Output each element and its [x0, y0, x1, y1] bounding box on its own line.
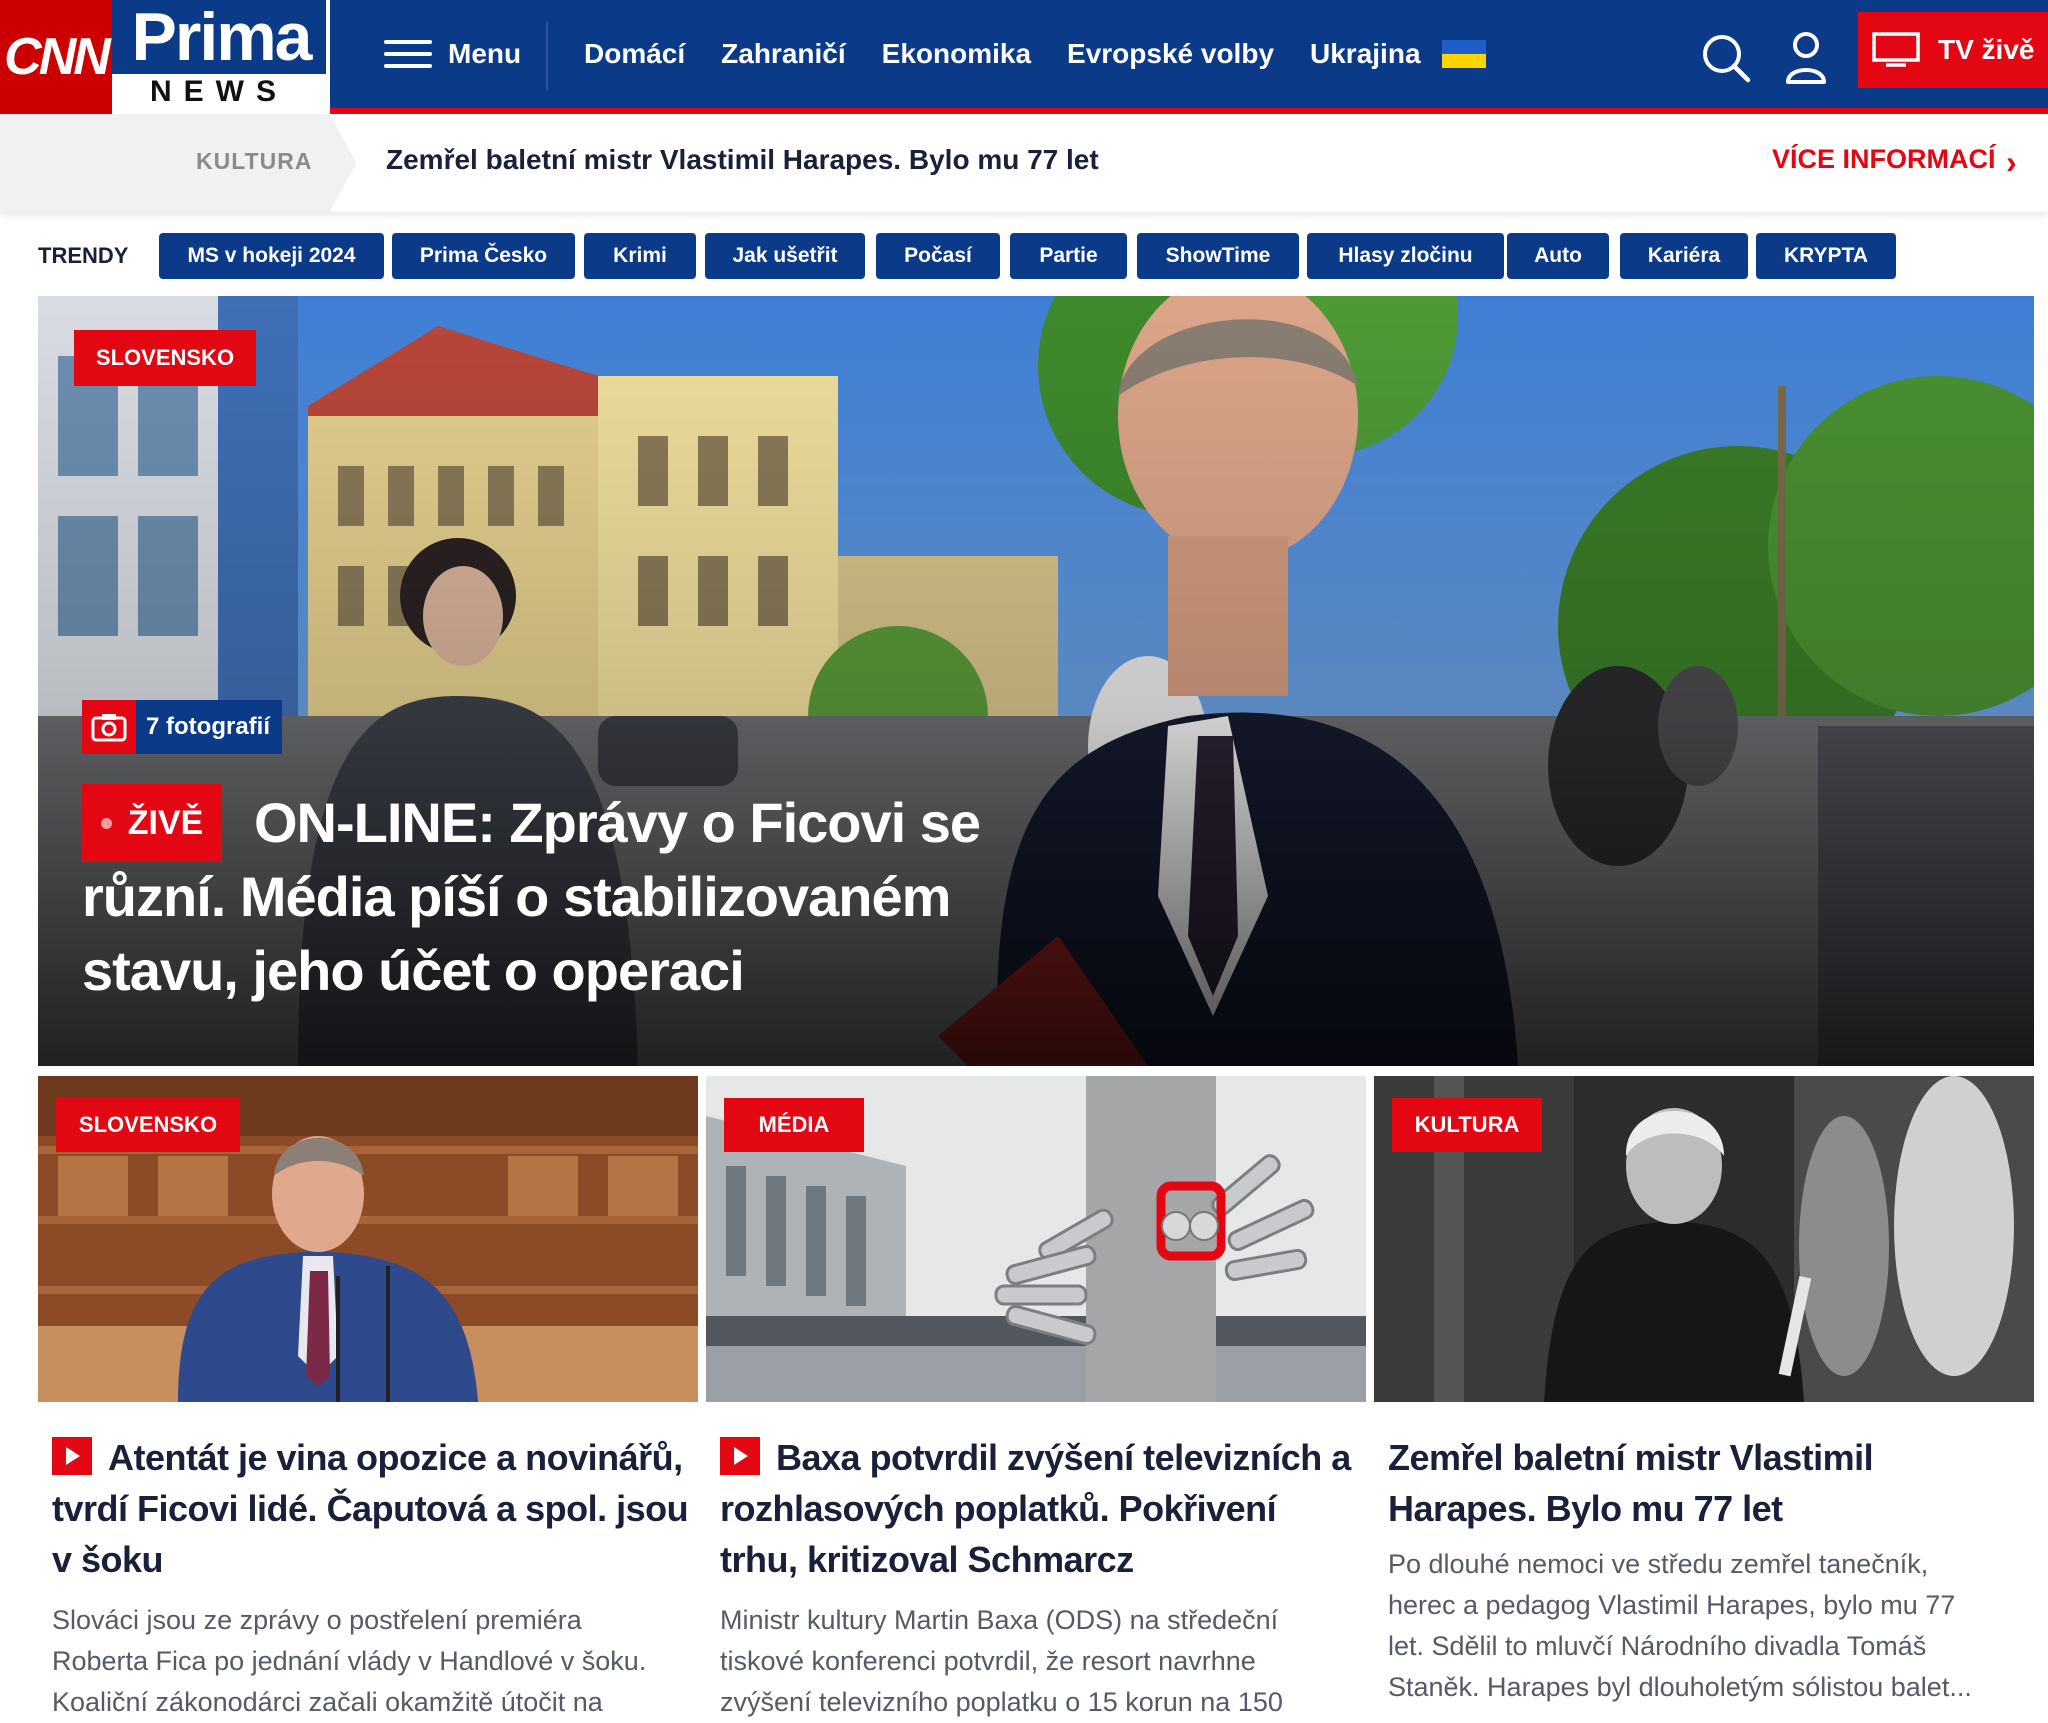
breaking-title-link[interactable]: Zemřel baletní mistr Vlastimil Harapes. … [386, 144, 1099, 176]
chevron-right-icon[interactable]: › [2006, 144, 2017, 181]
article-title[interactable]: Baxa potvrdil zvýšení televizních a rozh… [720, 1432, 1360, 1585]
article-perex-line: Koaliční zákonodárci začali okamžitě úto… [52, 1687, 603, 1717]
search-icon[interactable] [1700, 32, 1752, 84]
trend-tag[interactable]: Krimi [584, 233, 696, 279]
news-logo-text: NEWS [112, 74, 326, 110]
trend-tag[interactable]: Partie [1010, 233, 1127, 279]
hero-category-badge[interactable]: SLOVENSKO [74, 330, 256, 386]
trend-tag[interactable]: KRYPTA [1756, 233, 1896, 279]
article-perex-line: Ministr kultury Martin Baxa (ODS) na stř… [720, 1605, 1279, 1635]
ukraine-flag-icon [1442, 39, 1487, 68]
article-category-badge[interactable]: MÉDIA [724, 1098, 864, 1152]
nav-link-evropske-volby[interactable]: Evropské volby [1067, 38, 1274, 70]
cnn-logo[interactable]: CNN [0, 0, 112, 114]
user-icon[interactable] [1784, 30, 1828, 86]
article-perex-line: zvýšení televizního poplatku o 15 korun … [720, 1687, 1283, 1717]
nav-link-ukrajina-label: Ukrajina [1310, 38, 1421, 69]
breaking-category-arrow [330, 114, 356, 212]
prima-logo-text: Prima [131, 0, 313, 75]
trends-label: TRENDY [38, 243, 129, 268]
tv-live-label: TV živě [1938, 34, 2035, 65]
breaking-news-bar: KULTURA Zemřel baletní mistr Vlastimil H… [0, 114, 2048, 212]
hero-title[interactable]: ON-LINE: Zprávy o Ficovi se různí. Média… [82, 786, 1082, 1008]
tv-icon [1872, 32, 1920, 67]
play-icon [720, 1437, 760, 1476]
article-category-badge[interactable]: SLOVENSKO [56, 1098, 240, 1152]
breaking-category: KULTURA [196, 148, 313, 174]
article-card-atentat[interactable]: SLOVENSKO Atentát je vina opozice a novi… [38, 1076, 698, 1722]
article-perex-line: herec a pedagog Vlastimil Harapes, bylo … [1388, 1590, 1956, 1620]
article-card-baxa[interactable]: MÉDIA Baxa potvrdil zvýšení televizních … [706, 1076, 1366, 1722]
nav-link-zahranici[interactable]: Zahraničí [721, 38, 845, 70]
main-nav: Domácí Zahraničí Ekonomika Evropské volb… [584, 30, 1487, 78]
article-perex-line: Po dlouhé nemoci ve středu zemřel tanečn… [1388, 1549, 1929, 1579]
photo-count-label: 7 fotografií [146, 713, 270, 740]
more-info-link[interactable]: VÍCE INFORMACÍ [1772, 144, 1996, 175]
article-perex-line: Slováci jsou ze zprávy o postřelení prem… [52, 1605, 582, 1635]
article-perex-line: let. Sdělil to mluvčí Národního divadla … [1388, 1631, 1927, 1661]
tv-live-button[interactable]: TV živě [1858, 12, 2048, 88]
article-card-harapes[interactable]: KULTURA Zemřel baletní mistr Vlastimil H… [1374, 1076, 2034, 1722]
trend-tag[interactable]: ShowTime [1137, 233, 1299, 279]
photo-count-badge[interactable]: 7 fotografií [82, 700, 282, 754]
trend-tag[interactable]: Auto [1507, 233, 1609, 279]
article-perex-line: Roberta Fica po jednání vlády v Handlové… [52, 1646, 647, 1676]
trend-tag[interactable]: Kariéra [1620, 233, 1748, 279]
trend-tag[interactable]: Hlasy zločinu [1307, 233, 1504, 279]
article-image[interactable]: MÉDIA [706, 1076, 1366, 1402]
menu-label: Menu [448, 38, 522, 69]
article-image[interactable]: SLOVENSKO [38, 1076, 698, 1402]
hamburger-icon [384, 38, 434, 70]
trend-tag[interactable]: Počasí [876, 233, 1000, 279]
nav-divider [546, 22, 548, 90]
article-perex-line: tiskové konferenci potvrdil, že resort n… [720, 1646, 1256, 1676]
trend-tag[interactable]: Prima Česko [392, 233, 575, 279]
nav-link-ekonomika[interactable]: Ekonomika [882, 38, 1031, 70]
article-image[interactable]: KULTURA [1374, 1076, 2034, 1402]
article-perex-line: Staněk. Harapes byl dlouholetým sólistou… [1388, 1672, 1972, 1702]
article-category-badge[interactable]: KULTURA [1392, 1098, 1542, 1152]
prima-news-logo[interactable]: Prima NEWS [112, 0, 330, 114]
hero-article[interactable]: SLOVENSKO 7 fotografií ŽIVĚ ON-LINE: Zpr… [38, 296, 2034, 1066]
camera-icon [82, 700, 136, 754]
article-title[interactable]: Atentát je vina opozice a novinářů, tvrd… [52, 1432, 692, 1585]
article-title-text: Atentát je vina opozice a novinářů, tvrd… [52, 1437, 689, 1580]
trend-tag[interactable]: MS v hokeji 2024 [159, 233, 384, 279]
nav-link-domaci[interactable]: Domácí [584, 38, 685, 70]
nav-link-ukrajina[interactable]: Ukrajina [1310, 38, 1487, 70]
article-title-text: Baxa potvrdil zvýšení televizních a rozh… [720, 1437, 1351, 1580]
play-icon [52, 1437, 92, 1476]
menu-button[interactable]: Menu [384, 30, 521, 78]
article-title[interactable]: Zemřel baletní mistr Vlastimil Harapes. … [1388, 1432, 2028, 1534]
trend-tag[interactable]: Jak ušetřit [705, 233, 865, 279]
